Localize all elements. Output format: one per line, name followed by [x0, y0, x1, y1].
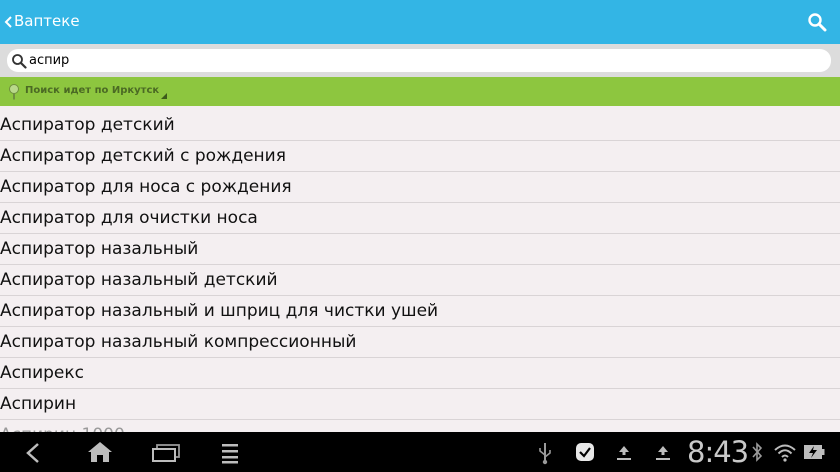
- list-item[interactable]: Аспиратор для носа с рождения: [0, 172, 840, 203]
- upload-icon: [656, 446, 670, 460]
- action-bar: Ваптеке: [0, 0, 840, 44]
- system-navigation-bar: 8:43: [0, 432, 840, 472]
- search-bar: [0, 44, 840, 77]
- location-label: Поиск идет по Иркутск: [25, 85, 160, 96]
- list-item[interactable]: Аспирин 1000: [0, 420, 840, 432]
- list-item[interactable]: Аспиратор назальный и шприц для чистки у…: [0, 296, 840, 327]
- list-item[interactable]: Аспиратор детский: [0, 110, 840, 141]
- battery-charging-icon: [804, 445, 825, 459]
- list-item[interactable]: Аспиратор детский с рождения: [0, 141, 840, 172]
- search-field[interactable]: [7, 49, 831, 72]
- usb-icon: [539, 443, 551, 465]
- list-item[interactable]: Аспиратор для очистки носа: [0, 203, 840, 234]
- dropdown-arrow-icon[interactable]: [161, 93, 167, 99]
- task-check-icon: [576, 443, 594, 461]
- recent-apps-icon[interactable]: [151, 444, 181, 462]
- search-input[interactable]: [29, 50, 819, 71]
- magnifier-icon: [12, 54, 27, 69]
- location-pin-icon: [9, 84, 19, 100]
- list-item[interactable]: Аспирекс: [0, 358, 840, 389]
- back-icon[interactable]: [24, 442, 42, 464]
- menu-icon[interactable]: [221, 442, 239, 464]
- home-icon[interactable]: [87, 441, 113, 463]
- list-item[interactable]: Аспиратор назальный компрессионный: [0, 327, 840, 358]
- wifi-icon: [774, 444, 796, 462]
- list-item[interactable]: Аспиратор назальный детский: [0, 265, 840, 296]
- status-clock: 8:43: [687, 435, 749, 469]
- bluetooth-icon: [752, 442, 763, 462]
- list-item[interactable]: Аспирин: [0, 389, 840, 420]
- search-icon[interactable]: [807, 12, 827, 32]
- location-bar[interactable]: Поиск идет по Иркутск: [0, 77, 840, 106]
- results-list: Аспиратор детский Аспиратор детский с ро…: [0, 110, 840, 432]
- upload-icon: [617, 446, 631, 460]
- list-item[interactable]: Аспиратор назальный: [0, 234, 840, 265]
- app-title[interactable]: Ваптеке: [14, 12, 80, 30]
